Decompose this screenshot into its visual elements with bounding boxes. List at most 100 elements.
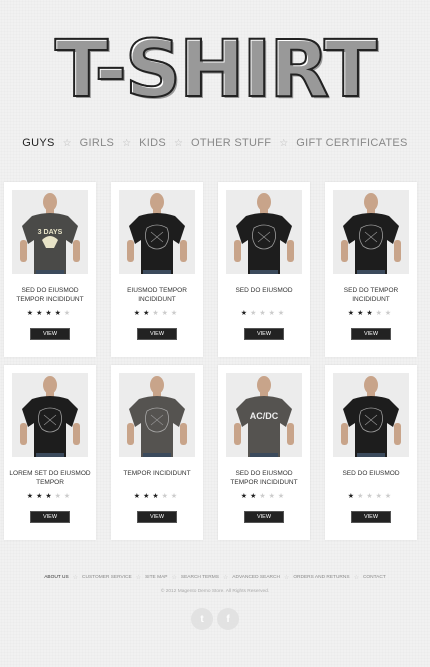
star-empty-icon: ★ [250,310,260,317]
product-card[interactable]: AC/DC SED DO EIUSMOD TEMPOR INCIDIDUNT ★★★… [218,365,310,540]
footer-link-customer-service[interactable]: CUSTOMER SERVICE [78,575,136,580]
nav-item-girls[interactable]: GIRLS [72,137,123,149]
star-empty-icon: ★ [259,493,269,500]
star-filled-icon: ★ [133,493,144,500]
view-button[interactable]: VIEW [244,328,284,340]
star-filled-icon: ★ [133,310,144,317]
site-logo[interactable]: T-SHIRT [0,25,430,115]
footer-link-site-map[interactable]: SITE MAP [141,575,171,580]
rating-stars: ★★★★★ [4,492,96,500]
star-filled-icon: ★ [143,493,153,500]
product-image[interactable] [226,190,302,274]
footer-link-about-us[interactable]: ABOUT US [40,575,72,580]
category-nav: GUYS ☆ GIRLS ☆ KIDS ☆ OTHER STUFF ☆ GIFT CERTIFI… [0,137,430,149]
logo-text: T-SHIRT [54,25,378,115]
product-card[interactable]: EIUSMOD TEMPOR INCIDIDUNT ★★★★★ VIEW [111,182,203,357]
star-filled-icon: ★ [347,493,358,500]
view-button[interactable]: VIEW [30,328,70,340]
footer-link-orders-and-returns[interactable]: ORDERS AND RETURNS [289,575,353,580]
product-image[interactable]: AC/DC [226,373,302,457]
product-image[interactable] [12,373,88,457]
star-empty-icon: ★ [161,310,171,317]
star-filled-icon: ★ [143,310,153,317]
star-empty-icon: ★ [259,310,269,317]
footer-link-search-terms[interactable]: SEARCH TERMS [177,575,223,580]
product-name[interactable]: LOREM SET DO EIUSMOD TEMPOR [8,469,92,487]
product-card[interactable]: SED DO TEMPOR INCIDIDUNT ★★★★★ VIEW [325,182,417,357]
product-image[interactable] [119,373,195,457]
star-empty-icon: ★ [63,310,74,317]
product-name[interactable]: SED DO EIUSMOD TEMPOR INCIDIDUNT [8,286,92,304]
nav-item-gift-certificates[interactable]: GIFT CERTIFICATES [288,137,415,149]
product-name[interactable]: TEMPOR INCIDIDUNT [115,469,199,478]
view-button[interactable]: VIEW [351,511,391,523]
footer-link-advanced-search[interactable]: ADVANCED SEARCH [228,575,284,580]
svg-text:AC/DC: AC/DC [250,411,279,421]
view-button[interactable]: VIEW [244,511,284,523]
star-empty-icon: ★ [152,310,162,317]
footer-link-contact[interactable]: CONTACT [359,575,390,580]
star-empty-icon: ★ [277,493,288,500]
star-filled-icon: ★ [26,310,37,317]
footer-links: ABOUT US ☆ CUSTOMER SERVICE ☆ SITE MAP ☆ SEARC… [0,574,430,581]
star-empty-icon: ★ [366,493,376,500]
star-filled-icon: ★ [357,310,367,317]
product-card[interactable]: SED DO EIUSMOD ★★★★★ VIEW [325,365,417,540]
rating-stars: ★★★★★ [111,492,203,500]
svg-text:3 DAYS: 3 DAYS [38,229,63,236]
product-image[interactable] [333,190,409,274]
view-button[interactable]: VIEW [30,511,70,523]
star-empty-icon: ★ [384,310,395,317]
product-card[interactable]: LOREM SET DO EIUSMOD TEMPOR ★★★★★ VIEW [4,365,96,540]
product-card[interactable]: 3 DAYS SED DO EIUSMOD TEMPOR INCIDIDUNT ★★… [4,182,96,357]
star-empty-icon: ★ [268,310,278,317]
product-name[interactable]: EIUSMOD TEMPOR INCIDIDUNT [115,286,199,304]
product-name[interactable]: SED DO TEMPOR INCIDIDUNT [329,286,413,304]
rating-stars: ★★★★★ [111,309,203,317]
product-name[interactable]: SED DO EIUSMOD TEMPOR INCIDIDUNT [222,469,306,487]
star-empty-icon: ★ [375,310,385,317]
social-links: tf [0,608,430,630]
product-card[interactable]: TEMPOR INCIDIDUNT ★★★★★ VIEW [111,365,203,540]
star-filled-icon: ★ [36,310,46,317]
nav-separator-icon: ☆ [279,137,289,149]
star-filled-icon: ★ [250,493,260,500]
star-filled-icon: ★ [36,493,46,500]
copyright: © 2012 Magento Demo Store. All Rights Re… [160,589,270,594]
star-empty-icon: ★ [54,493,64,500]
product-image[interactable] [119,190,195,274]
star-filled-icon: ★ [366,310,376,317]
nav-separator-icon: ☆ [62,137,72,149]
star-filled-icon: ★ [26,493,37,500]
star-empty-icon: ★ [375,493,385,500]
view-button[interactable]: VIEW [137,328,177,340]
nav-item-other-stuff[interactable]: OTHER STUFF [183,137,279,149]
product-name[interactable]: SED DO EIUSMOD [222,286,306,295]
star-filled-icon: ★ [45,310,55,317]
product-image[interactable]: 3 DAYS [12,190,88,274]
view-button[interactable]: VIEW [351,328,391,340]
nav-separator-icon: ☆ [174,137,183,149]
nav-separator-icon: ☆ [122,137,132,149]
view-button[interactable]: VIEW [137,511,177,523]
star-empty-icon: ★ [384,493,395,500]
twitter-icon[interactable]: t [191,608,213,630]
star-empty-icon: ★ [170,310,181,317]
star-empty-icon: ★ [63,493,74,500]
product-card[interactable]: SED DO EIUSMOD ★★★★★ VIEW [218,182,310,357]
star-filled-icon: ★ [240,493,251,500]
star-filled-icon: ★ [152,493,162,500]
product-name[interactable]: SED DO EIUSMOD [329,469,413,478]
rating-stars: ★★★★★ [325,309,417,317]
facebook-icon[interactable]: f [217,608,239,630]
star-empty-icon: ★ [161,493,171,500]
rating-stars: ★★★★★ [218,309,310,317]
rating-stars: ★★★★★ [325,492,417,500]
nav-item-guys[interactable]: GUYS [14,137,62,149]
rating-stars: ★★★★★ [218,492,310,500]
nav-item-kids[interactable]: KIDS [131,137,174,149]
product-image[interactable] [333,373,409,457]
star-filled-icon: ★ [347,310,358,317]
star-empty-icon: ★ [268,493,278,500]
rating-stars: ★★★★★ [4,309,96,317]
